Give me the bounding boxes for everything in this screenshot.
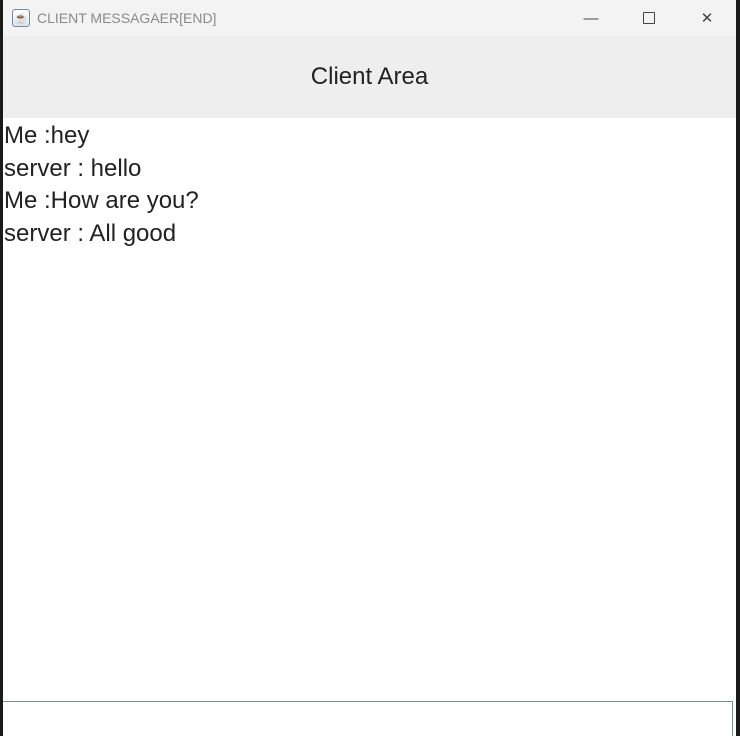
message: server : All good [4, 220, 177, 248]
close-icon: ✕ [700, 10, 714, 27]
client-area-header: Client Area [3, 36, 736, 118]
minimize-icon: — [583, 9, 599, 27]
title-bar: ☕ CLIENT MESSAGAER[END] — ✕ [3, 0, 736, 36]
maximize-icon [643, 12, 655, 24]
close-button[interactable]: ✕ [678, 0, 736, 36]
message: Me :hey [4, 122, 90, 149]
window-title: CLIENT MESSAGAER[END] [37, 10, 217, 26]
message: Me :How are you? [4, 187, 199, 215]
message-area: Me :hey server : hello Me :How are you? … [3, 118, 736, 251]
minimize-button[interactable]: — [562, 0, 620, 36]
maximize-button[interactable] [620, 0, 678, 36]
java-app-icon: ☕ [12, 9, 30, 27]
message: server : hello [4, 154, 142, 182]
message-input[interactable] [3, 701, 733, 736]
client-window: ☕ CLIENT MESSAGAER[END] — ✕ Client Area … [3, 0, 736, 736]
